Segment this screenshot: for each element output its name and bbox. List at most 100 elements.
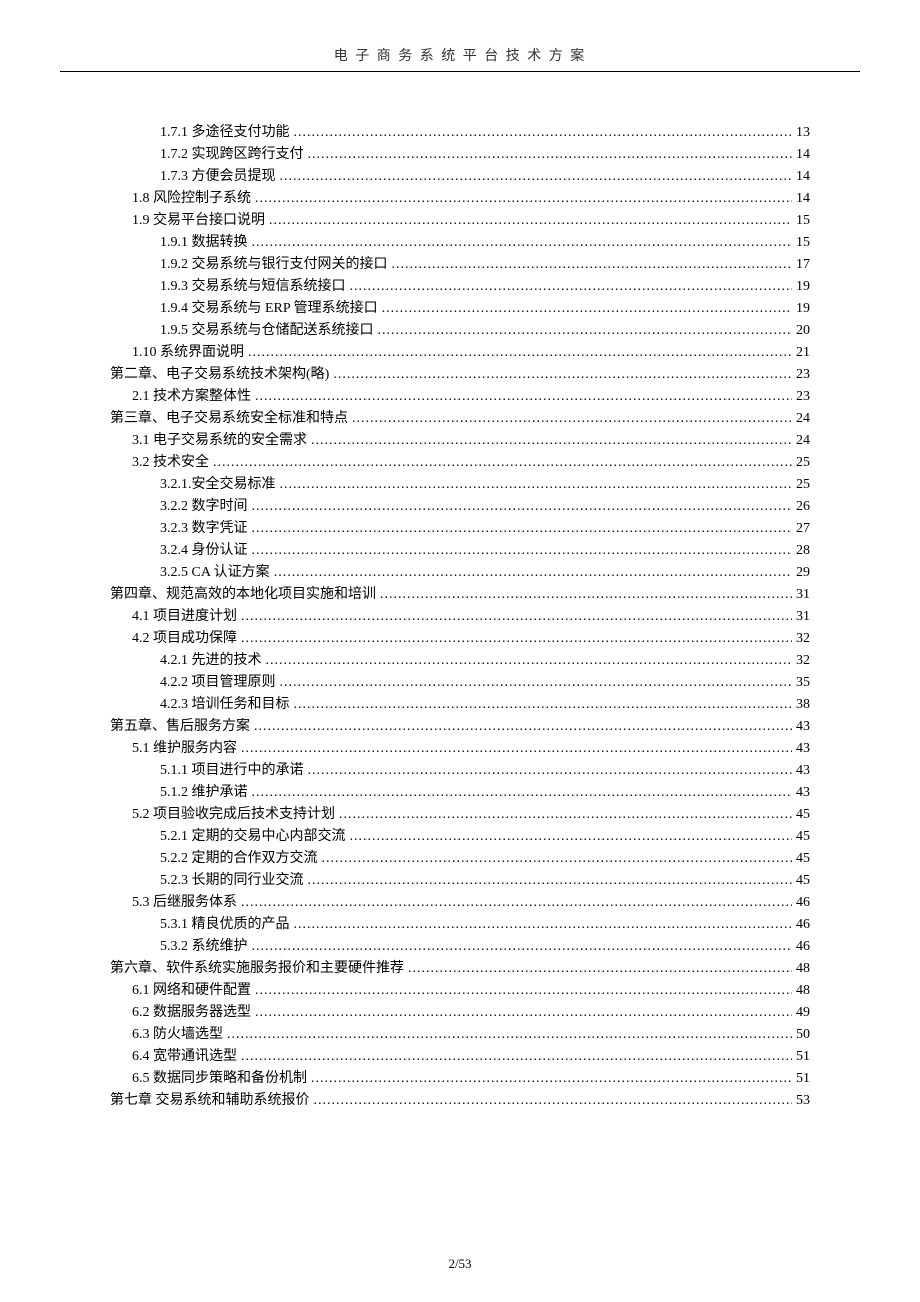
page-number-text: 2/53	[448, 1256, 471, 1271]
toc-dots-leader	[248, 342, 792, 364]
toc-entry-page: 31	[796, 584, 810, 606]
toc-entry-label: 第六章、软件系统实施服务报价和主要硬件推荐	[110, 958, 404, 980]
toc-entry-page: 17	[796, 254, 810, 276]
toc-entry-label: 第二章、电子交易系统技术架构(略)	[110, 364, 329, 386]
toc-entry-label: 1.8 风险控制子系统	[132, 188, 251, 210]
toc-entry-page: 50	[796, 1024, 810, 1046]
toc-entry: 5.1.1 项目进行中的承诺43	[110, 760, 810, 782]
toc-entry-label: 3.2.5 CA 认证方案	[160, 562, 270, 584]
toc-entry: 4.2 项目成功保障 32	[110, 628, 810, 650]
toc-dots-leader	[382, 298, 792, 320]
toc-entry-label: 4.2.1 先进的技术	[160, 650, 262, 672]
page-number: 2/53	[0, 1256, 920, 1272]
toc-entry-label: 第四章、规范高效的本地化项目实施和培训	[110, 584, 376, 606]
toc-entry: 3.2.3 数字凭证27	[110, 518, 810, 540]
toc-dots-leader	[294, 694, 793, 716]
toc-dots-leader	[308, 870, 793, 892]
toc-entry: 5.3.2 系统维护46	[110, 936, 810, 958]
toc-entry-page: 24	[796, 430, 810, 452]
toc-entry: 2.1 技术方案整体性 23	[110, 386, 810, 408]
toc-entry-label: 1.9 交易平台接口说明	[132, 210, 265, 232]
toc-entry-label: 6.1 网络和硬件配置	[132, 980, 251, 1002]
toc-dots-leader	[339, 804, 792, 826]
toc-entry-page: 29	[796, 562, 810, 584]
toc-entry: 1.9.3 交易系统与短信系统接口 19	[110, 276, 810, 298]
toc-entry-label: 5.2.1 定期的交易中心内部交流	[160, 826, 346, 848]
toc-entry-page: 19	[796, 276, 810, 298]
toc-entry-label: 4.1 项目进度计划	[132, 606, 237, 628]
toc-entry: 6.3 防火墙选型50	[110, 1024, 810, 1046]
toc-entry: 5.2.2 定期的合作双方交流45	[110, 848, 810, 870]
toc-entry-label: 1.7.1 多途径支付功能	[160, 122, 290, 144]
toc-entry-label: 5.1.1 项目进行中的承诺	[160, 760, 304, 782]
toc-dots-leader	[266, 650, 793, 672]
toc-entry: 第三章、电子交易系统安全标准和特点24	[110, 408, 810, 430]
toc-entry-page: 38	[796, 694, 810, 716]
toc-dots-leader	[241, 1046, 792, 1068]
toc-entry: 1.8 风险控制子系统14	[110, 188, 810, 210]
toc-dots-leader	[241, 892, 792, 914]
toc-entry-label: 5.3.1 精良优质的产品	[160, 914, 290, 936]
toc-dots-leader	[252, 936, 793, 958]
toc-entry: 3.2.1.安全交易标准25	[110, 474, 810, 496]
toc-entry: 1.10 系统界面说明21	[110, 342, 810, 364]
toc-entry-page: 15	[796, 232, 810, 254]
toc-entry: 6.1 网络和硬件配置48	[110, 980, 810, 1002]
toc-entry-page: 43	[796, 716, 810, 738]
toc-entry-label: 第三章、电子交易系统安全标准和特点	[110, 408, 348, 430]
toc-entry: 第七章 交易系统和辅助系统报价53	[110, 1090, 810, 1112]
toc-dots-leader	[280, 166, 793, 188]
toc-dots-leader	[227, 1024, 792, 1046]
toc-entry-label: 第七章 交易系统和辅助系统报价	[110, 1090, 310, 1112]
toc-entry-label: 5.1 维护服务内容	[132, 738, 237, 760]
toc-entry-page: 46	[796, 914, 810, 936]
toc-entry: 5.3.1 精良优质的产品 46	[110, 914, 810, 936]
toc-dots-leader	[255, 980, 792, 1002]
toc-entry-page: 35	[796, 672, 810, 694]
toc-entry-page: 31	[796, 606, 810, 628]
toc-entry: 3.2.2 数字时间26	[110, 496, 810, 518]
toc-entry-label: 3.2 技术安全	[132, 452, 209, 474]
toc-entry-page: 49	[796, 1002, 810, 1024]
toc-dots-leader	[308, 144, 793, 166]
toc-entry-label: 5.2.3 长期的同行业交流	[160, 870, 304, 892]
toc-entry: 4.2.1 先进的技术32	[110, 650, 810, 672]
toc-dots-leader	[314, 1090, 793, 1112]
toc-dots-leader	[322, 848, 793, 870]
toc-entry-page: 23	[796, 386, 810, 408]
toc-entry-page: 21	[796, 342, 810, 364]
toc-entry-label: 1.9.5 交易系统与仓储配送系统接口	[160, 320, 374, 342]
toc-entry-label: 3.2.1.安全交易标准	[160, 474, 276, 496]
toc-entry-label: 2.1 技术方案整体性	[132, 386, 251, 408]
toc-dots-leader	[252, 518, 793, 540]
toc-entry-page: 32	[796, 628, 810, 650]
toc-entry: 5.3 后继服务体系 46	[110, 892, 810, 914]
toc-entry-label: 1.7.3 方便会员提现	[160, 166, 276, 188]
toc-dots-leader	[333, 364, 792, 386]
toc-entry-page: 23	[796, 364, 810, 386]
toc-entry-label: 5.3.2 系统维护	[160, 936, 248, 958]
toc-dots-leader	[274, 562, 792, 584]
toc-dots-leader	[350, 826, 793, 848]
toc-entry-label: 1.9.4 交易系统与 ERP 管理系统接口	[160, 298, 378, 320]
toc-dots-leader	[241, 628, 792, 650]
toc-dots-leader	[350, 276, 793, 298]
toc-entry-page: 45	[796, 848, 810, 870]
toc-entry: 5.2.1 定期的交易中心内部交流45	[110, 826, 810, 848]
toc-dots-leader	[294, 914, 793, 936]
toc-entry-label: 6.2 数据服务器选型	[132, 1002, 251, 1024]
toc-entry: 第二章、电子交易系统技术架构(略) 23	[110, 364, 810, 386]
toc-entry-page: 46	[796, 892, 810, 914]
toc-entry-label: 4.2 项目成功保障	[132, 628, 237, 650]
toc-entry: 第五章、售后服务方案43	[110, 716, 810, 738]
toc-entry: 6.2 数据服务器选型 49	[110, 1002, 810, 1024]
toc-entry: 1.7.3 方便会员提现14	[110, 166, 810, 188]
toc-entry-label: 1.9.3 交易系统与短信系统接口	[160, 276, 346, 298]
toc-entry-label: 5.3 后继服务体系	[132, 892, 237, 914]
toc-entry-page: 51	[796, 1046, 810, 1068]
toc-entry: 5.1 维护服务内容43	[110, 738, 810, 760]
toc-entry: 3.2.5 CA 认证方案 29	[110, 562, 810, 584]
toc-entry-page: 19	[796, 298, 810, 320]
toc-entry: 1.9.5 交易系统与仓储配送系统接口20	[110, 320, 810, 342]
toc-dots-leader	[380, 584, 792, 606]
